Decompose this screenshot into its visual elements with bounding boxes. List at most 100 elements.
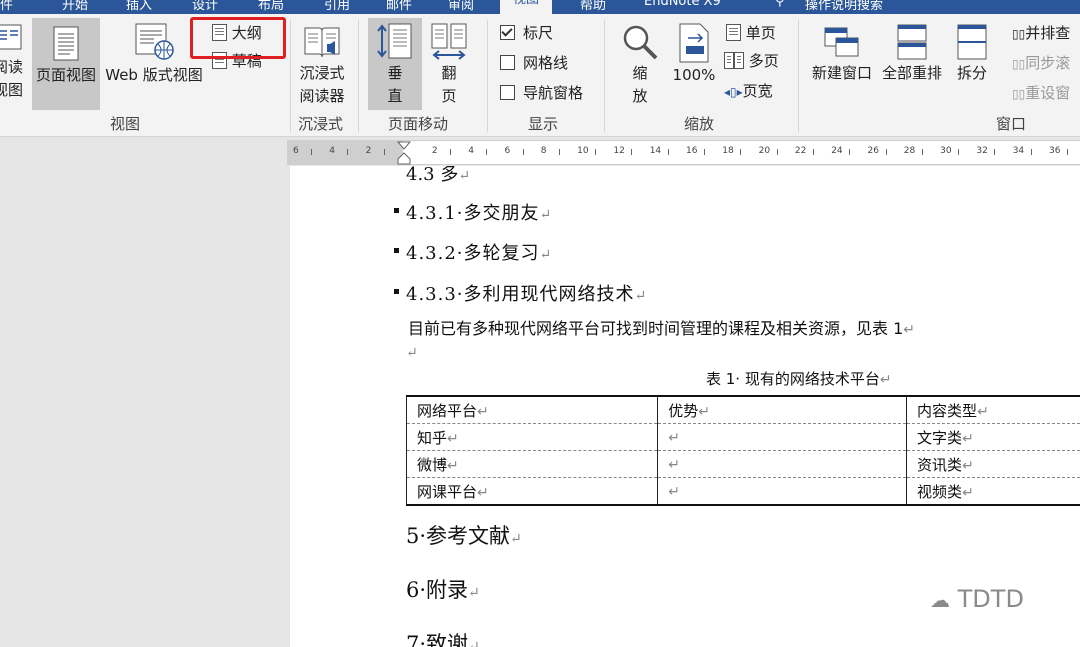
ruler-tick: [994, 149, 996, 155]
tab-home[interactable]: 开始: [62, 0, 88, 13]
document-page[interactable]: 4.3 多↵ 4.3.1·多交朋友↵ 4.3.2·多轮复习↵ 4.3.3·多利用…: [290, 166, 1080, 647]
ruler-tick-label: 6: [504, 146, 511, 156]
reset-window-position-button[interactable]: ▯▯重设窗: [1012, 84, 1070, 102]
heading-appendix: 6·附录↵: [406, 578, 480, 602]
read-mode-button[interactable]: 阅读 视图: [0, 22, 24, 102]
new-window-icon: [824, 27, 859, 57]
ruler-tick: [1067, 149, 1068, 155]
tab-design[interactable]: 设计: [192, 0, 218, 13]
ruler-tick-label: 32: [976, 146, 988, 156]
ruler-tick: [740, 149, 742, 155]
side-to-side-button[interactable]: 翻 页: [424, 18, 474, 108]
list-item: 4.3.2·多轮复习↵: [406, 243, 553, 264]
gridlines-checkbox[interactable]: 网格线: [500, 54, 568, 72]
tell-me-search[interactable]: 操作说明搜索: [805, 0, 883, 13]
ruler-checkbox[interactable]: 标尺: [500, 24, 553, 42]
indent-marker-icon[interactable]: [397, 141, 411, 165]
highlight-outline-box: [190, 17, 286, 59]
table-cell[interactable]: ↵: [657, 423, 907, 451]
arrange-all-icon: [897, 24, 927, 60]
ruler-tick: [522, 149, 524, 155]
tab-layout[interactable]: 布局: [258, 0, 284, 13]
ruler-tick-label: 6: [293, 146, 299, 156]
ruler-tick: [667, 149, 669, 155]
tab-view[interactable]: 视图: [500, 0, 553, 14]
group-separator: [358, 20, 359, 132]
split-button[interactable]: 拆分: [948, 18, 996, 85]
ruler-tick: [812, 149, 814, 155]
vertical-button[interactable]: 垂 直: [368, 18, 422, 110]
table-cell[interactable]: 内容类型↵: [906, 395, 1080, 424]
tab-insert[interactable]: 插入: [126, 0, 152, 13]
empty-paragraph-mark: ↵: [406, 345, 418, 361]
zoom-button[interactable]: 缩 放: [614, 18, 666, 108]
heading-references: 5·参考文献↵: [406, 524, 522, 548]
wechat-icon: ☁: [930, 588, 950, 612]
ruler-tick-label: 4: [468, 146, 474, 156]
search-icon[interactable]: ⚲: [775, 0, 785, 9]
ruler-tick: [311, 149, 312, 155]
ruler-tick: [449, 149, 451, 155]
group-label-page-movement: 页面移动: [388, 115, 449, 133]
horizontal-ruler[interactable]: 6 4 2 2 4 6 8 10 12 14 16 18 20 22 24 26 28 30 32 34 36: [287, 140, 1080, 165]
split-icon: [957, 24, 987, 60]
tab-mailings[interactable]: 邮件: [386, 0, 412, 13]
tab-file-partial[interactable]: 件: [0, 0, 13, 13]
reset-position-icon: ▯▯: [1012, 87, 1026, 101]
immersive-reader-icon: [304, 27, 340, 58]
new-window-button[interactable]: 新建窗口: [808, 18, 876, 85]
tab-review[interactable]: 审阅: [448, 0, 474, 13]
tab-references[interactable]: 引用: [324, 0, 350, 13]
ruler-tick: [704, 149, 705, 155]
ruler-tick-label: 30: [940, 146, 952, 156]
zoom-100-button[interactable]: 100%: [668, 18, 720, 87]
ruler-tick: [558, 149, 560, 155]
synchronous-scrolling-button[interactable]: ▯▯同步滚: [1012, 54, 1070, 72]
checkbox-icon: [500, 55, 515, 70]
ruler-tick-label: 24: [831, 146, 843, 156]
ruler-tick: [958, 149, 960, 155]
platform-table: 网络平台↵ 优势↵ 内容类型↵ 知乎↵ ↵ 文字类↵ 微博↵ ↵ 资讯类↵ 网课…: [405, 395, 1080, 506]
ruler-tick: [383, 149, 385, 155]
ruler-tick-label: 22: [794, 146, 807, 156]
table-cell[interactable]: 文字类↵: [906, 423, 1080, 451]
one-page-button[interactable]: 单页: [726, 24, 776, 42]
table-row: 网课平台↵ ↵ 视频类↵: [405, 477, 1080, 506]
heading-partial: 4.3 多↵: [406, 166, 471, 185]
table-cell[interactable]: 视频类↵: [906, 477, 1080, 506]
ruler-tick-label: 4: [329, 146, 336, 156]
table-cell[interactable]: 网络平台↵: [405, 395, 658, 424]
ruler-tick-label: 2: [431, 146, 438, 156]
immersive-reader-button[interactable]: 沉浸式 阅读器: [294, 18, 350, 108]
page-width-button[interactable]: ◂▯▸页宽: [724, 82, 773, 100]
table-header-row: 网络平台↵ 优势↵ 内容类型↵: [405, 395, 1080, 424]
arrange-all-button[interactable]: 全部重排: [878, 18, 946, 85]
view-side-by-side-button[interactable]: ▯▯并排查: [1012, 24, 1070, 42]
list-bullet: [394, 208, 399, 213]
table-cell[interactable]: 网课平台↵: [405, 477, 658, 506]
group-separator: [487, 20, 488, 132]
table-cell[interactable]: 资讯类↵: [906, 450, 1080, 478]
multiple-pages-button[interactable]: 多页: [724, 52, 779, 70]
side-to-side-icon: [431, 23, 467, 60]
table-cell[interactable]: ↵: [657, 450, 907, 478]
checkbox-icon: [500, 85, 515, 100]
list-item: 4.3.3·多利用现代网络技术↵: [406, 284, 648, 305]
table-cell[interactable]: ↵: [657, 477, 907, 506]
ruler-tick: [885, 149, 887, 155]
table-cell[interactable]: 微博↵: [405, 450, 658, 478]
read-mode-icon: [0, 24, 22, 50]
group-separator: [798, 20, 799, 132]
print-layout-button[interactable]: 页面视图: [32, 18, 100, 110]
navigation-pane-checkbox[interactable]: 导航窗格: [500, 84, 583, 102]
ruler-tick: [1030, 149, 1032, 155]
table-cell[interactable]: 知乎↵: [405, 423, 658, 451]
tab-endnote[interactable]: EndNote X9: [644, 0, 721, 9]
group-label-views: 视图: [110, 115, 141, 133]
ruler-tick-label: 14: [649, 146, 662, 156]
tab-help[interactable]: 帮助: [580, 0, 606, 13]
ruler-tick: [486, 149, 488, 155]
ruler-tick: [595, 149, 597, 155]
table-cell[interactable]: 优势↵: [657, 395, 907, 424]
ruler-tick-label: 12: [613, 146, 625, 156]
